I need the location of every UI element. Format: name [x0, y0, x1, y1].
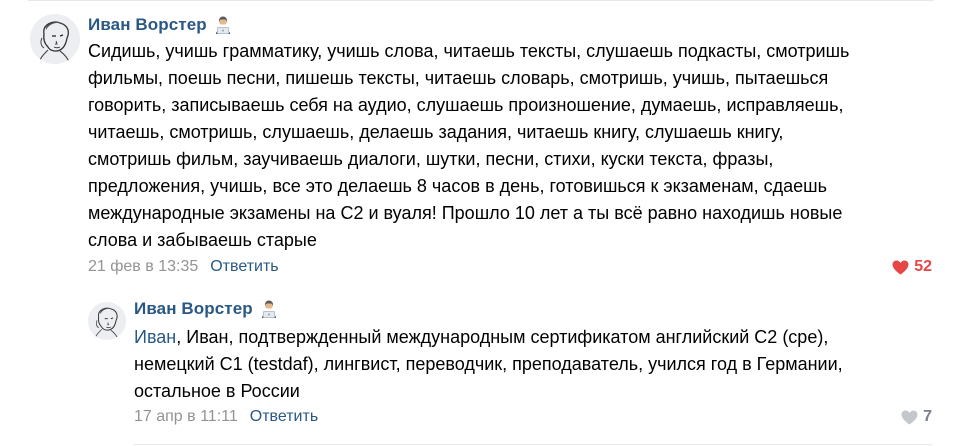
reply-button[interactable]: Ответить [210, 258, 278, 276]
avatar[interactable] [30, 14, 80, 64]
like-count: 7 [923, 408, 932, 425]
comment-text: Иван, Иван, подтвержденный международным… [134, 324, 934, 405]
bottom-divider [134, 444, 932, 445]
comment-meta: 21 фев в 13:35 Ответить [88, 256, 279, 278]
person-at-laptop-emoji-icon [213, 15, 233, 35]
timestamp[interactable]: 21 фев в 13:35 [88, 258, 198, 276]
heart-icon [901, 410, 918, 425]
author-line: Иван Ворстер [88, 14, 233, 36]
author-name[interactable]: Иван Ворстер [88, 15, 207, 35]
comment-body: , Иван, подтвержденный международным сер… [134, 327, 843, 401]
reply-button[interactable]: Ответить [250, 408, 318, 426]
person-at-laptop-emoji-icon [259, 299, 279, 319]
comment-meta: 17 апр в 11:11 Ответить [134, 406, 318, 428]
avatar[interactable] [88, 302, 126, 340]
avatar-sketch-icon [30, 14, 80, 64]
reply-comment: Иван Ворстер Иван, Иван, подтвержденный … [88, 288, 950, 446]
like-count: 52 [914, 258, 932, 275]
author-name[interactable]: Иван Ворстер [134, 299, 253, 319]
like-button[interactable]: 52 [892, 256, 932, 278]
heart-filled-icon [892, 260, 909, 275]
reply-to-link[interactable]: Иван [134, 327, 176, 347]
author-line: Иван Ворстер [134, 298, 279, 320]
avatar-sketch-icon [88, 302, 126, 340]
like-button[interactable]: 7 [901, 406, 932, 428]
comment: Иван Ворстер Сидишь, учишь грамматику, у… [30, 0, 950, 288]
timestamp[interactable]: 17 апр в 11:11 [134, 408, 238, 426]
comment-text: Сидишь, учишь грамматику, учишь слова, ч… [88, 41, 850, 250]
